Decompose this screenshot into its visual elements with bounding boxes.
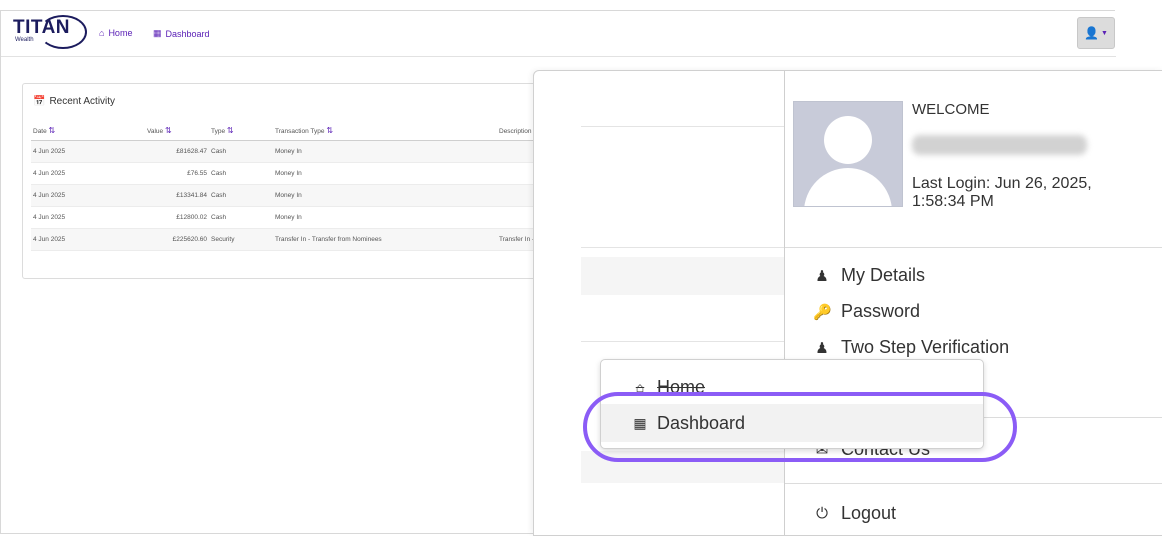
sort-icon[interactable]: ⇅ <box>165 126 172 135</box>
power-icon: ⏻ <box>816 505 828 522</box>
table-row: 4 Jun 2025 £225620.60 Security Transfer … <box>31 228 593 251</box>
grid-icon: ▦ <box>153 28 162 38</box>
calendar-icon: 📅 <box>33 96 46 107</box>
zoom-overlay: WELCOME Last Login: Jun 26, 2025, 1:58:3… <box>533 70 1162 536</box>
menu-item-password[interactable]: 🔑 Password <box>813 301 920 322</box>
cell-value: £76.55 <box>145 162 209 185</box>
cell-date: 4 Jun 2025 <box>31 206 145 229</box>
key-icon: 🔑 <box>813 303 832 321</box>
cell-transaction-type: Transfer In - Transfer from Nominees <box>273 228 497 251</box>
home-icon: ⌂ <box>635 379 645 395</box>
cell-value: £225620.60 <box>145 228 209 251</box>
cell-type: Security <box>209 228 273 251</box>
panel-title: 📅 Recent Activity <box>33 96 115 107</box>
cell-value: £13341.84 <box>145 184 209 207</box>
nav-home-label: Home <box>108 28 133 38</box>
cell-date: 4 Jun 2025 <box>31 140 145 163</box>
cell-type: Cash <box>209 184 273 207</box>
cell-date: 4 Jun 2025 <box>31 162 145 185</box>
last-login-text: Last Login: Jun 26, 2025, 1:58:34 PM <box>912 175 1092 210</box>
cell-transaction-type: Money In <box>273 184 497 207</box>
divider <box>785 247 1162 248</box>
user-secret-icon: ♟ <box>815 267 829 285</box>
table-row: 4 Jun 2025 £76.55 Cash Money In <box>31 162 593 185</box>
cell-transaction-type: Money In <box>273 162 497 185</box>
float-menu-dashboard[interactable]: ▦ Dashboard <box>601 404 983 442</box>
menu-item-my-details[interactable]: ♟ My Details <box>813 265 925 286</box>
recent-activity-title: Recent Activity <box>49 96 116 107</box>
grid-icon: ▦ <box>633 414 647 431</box>
table-row: 4 Jun 2025 £81628.47 Cash Money In <box>31 140 593 163</box>
cell-type: Cash <box>209 162 273 185</box>
sort-icon[interactable]: ⇅ <box>326 126 333 135</box>
titan-logo[interactable]: TITAN Wealth <box>13 15 87 49</box>
top-navbar: TITAN Wealth ⌂ Home ▦ Dashboard 👤 ▼ <box>1 11 1116 57</box>
avatar <box>793 101 903 207</box>
user-secret-icon: ♟ <box>815 339 829 357</box>
cell-transaction-type: Money In <box>273 140 497 163</box>
logo-subtext: Wealth <box>15 37 34 43</box>
sort-icon[interactable]: ⇅ <box>227 126 234 135</box>
cell-date: 4 Jun 2025 <box>31 228 145 251</box>
caret-down-icon: ▼ <box>1101 29 1108 37</box>
menu-item-two-step-verification[interactable]: ♟ Two Step Verification <box>813 337 1009 358</box>
nav-dashboard-label: Dashboard <box>165 28 210 39</box>
col-header-type[interactable]: Type ⇅ <box>209 120 273 141</box>
menu-item-label: My Details <box>841 265 926 285</box>
user-name-blurred <box>912 135 1087 155</box>
menu-item-label: Two Step Verification <box>841 337 1010 357</box>
divider <box>785 483 1162 484</box>
user-menu-button[interactable]: 👤 ▼ <box>1077 17 1115 49</box>
recent-activity-panel: 📅 Recent Activity Date ⇅ Value ⇅ Type ⇅ … <box>22 83 594 279</box>
cell-value: £81628.47 <box>145 140 209 163</box>
float-menu-home[interactable]: ⌂ Home <box>601 368 983 406</box>
cell-value: £12800.02 <box>145 206 209 229</box>
table-row: 4 Jun 2025 £12800.02 Cash Money In <box>31 206 593 229</box>
user-icon: 👤 <box>1084 26 1099 40</box>
table-row: 4 Jun 2025 £13341.84 Cash Money In <box>31 184 593 207</box>
nav-home-link[interactable]: ⌂ Home <box>99 28 132 38</box>
cell-type: Cash <box>209 140 273 163</box>
float-menu-dashboard-label: Dashboard <box>657 412 746 433</box>
menu-item-logout[interactable]: ⏻ Logout <box>813 503 896 524</box>
col-header-date[interactable]: Date ⇅ <box>31 120 145 141</box>
col-header-transaction-type[interactable]: Transaction Type ⇅ <box>273 120 497 141</box>
logo-text: TITAN <box>13 17 71 38</box>
sort-icon[interactable]: ⇅ <box>49 126 56 135</box>
home-icon: ⌂ <box>99 28 105 38</box>
nav-dashboard-link[interactable]: ▦ Dashboard <box>153 28 210 39</box>
floating-nav-menu: ⌂ Home ▦ Dashboard <box>600 359 984 449</box>
user-dropdown: WELCOME Last Login: Jun 26, 2025, 1:58:3… <box>784 71 1162 535</box>
cell-type: Cash <box>209 206 273 229</box>
float-menu-home-label: Home <box>657 376 706 397</box>
cell-date: 4 Jun 2025 <box>31 184 145 207</box>
cell-transaction-type: Money In <box>273 206 497 229</box>
welcome-heading: WELCOME <box>912 101 990 118</box>
menu-item-label: Logout <box>841 503 897 523</box>
menu-item-label: Password <box>841 301 921 321</box>
activity-table: Date ⇅ Value ⇅ Type ⇅ Transaction Type ⇅… <box>31 120 593 251</box>
col-header-value[interactable]: Value ⇅ <box>145 120 209 141</box>
